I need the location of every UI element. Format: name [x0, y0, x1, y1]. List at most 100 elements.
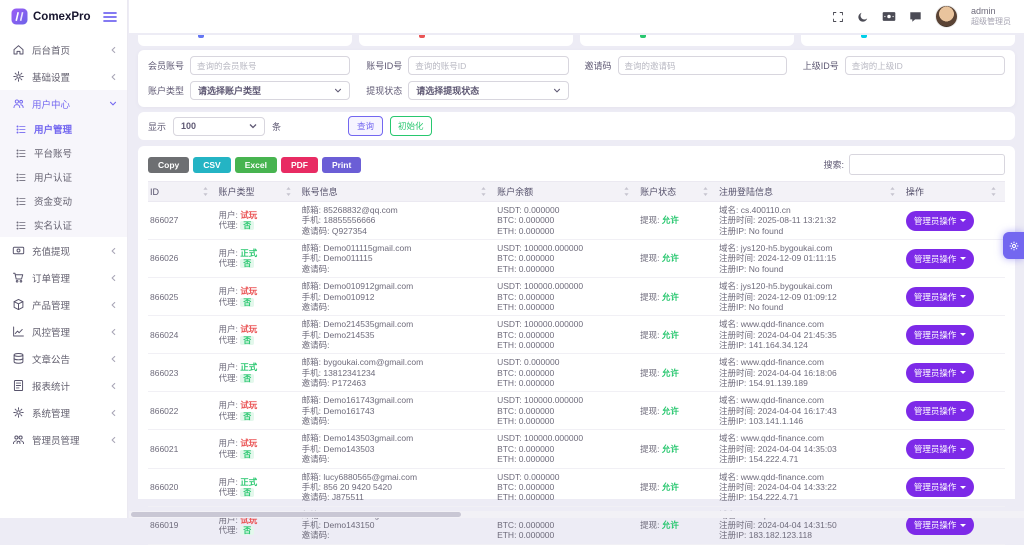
- sidebar-item-recharge-withdraw[interactable]: 充值提现: [0, 237, 127, 264]
- copy-export-button[interactable]: Copy: [148, 157, 189, 173]
- print-export-button[interactable]: Print: [322, 157, 361, 173]
- column-header-type[interactable]: 账户类型: [217, 185, 300, 198]
- admin-action-button[interactable]: 管理员操作: [906, 211, 975, 231]
- page-size-select[interactable]: 100: [173, 117, 265, 136]
- column-header-balance[interactable]: 账户余额: [495, 185, 638, 198]
- field-label: 注册IP:: [719, 378, 749, 388]
- sidebar-subitem-label: 用户管理: [34, 122, 72, 136]
- users-icon: [12, 97, 25, 110]
- field-label: USDT:: [497, 243, 524, 253]
- sidebar-item-platform-accounts[interactable]: 平台账号: [0, 141, 127, 165]
- sort-icon[interactable]: [623, 186, 630, 197]
- pdf-export-button[interactable]: PDF: [281, 157, 318, 173]
- admin-action-button[interactable]: 管理员操作: [906, 401, 975, 421]
- field-label: 用户:: [219, 362, 241, 372]
- sidebar-item-order-management[interactable]: 订单管理: [0, 264, 127, 291]
- admin-action-button[interactable]: 管理员操作: [906, 325, 975, 345]
- field-label: ETH:: [497, 378, 519, 388]
- table-panel: CopyCSVExcelPDFPrint 搜索: ID账户类型账号信息账户余额账…: [138, 146, 1015, 499]
- sort-icon[interactable]: [990, 186, 997, 197]
- admin-action-label: 管理员操作: [914, 405, 957, 417]
- column-header-info[interactable]: 账号信息: [300, 185, 495, 198]
- field-label: 注册IP:: [719, 530, 749, 540]
- sidebar-item-home[interactable]: 后台首页: [0, 36, 127, 63]
- table-search-input[interactable]: [849, 154, 1005, 175]
- sort-icon[interactable]: [702, 186, 709, 197]
- sidebar-toggle-icon[interactable]: [103, 11, 117, 23]
- admin-action-label: 管理员操作: [914, 215, 957, 227]
- cell-id: 866026: [148, 253, 217, 263]
- csv-export-button[interactable]: CSV: [193, 157, 230, 173]
- user-name: admin: [971, 6, 1011, 17]
- chevron-left-icon: [110, 301, 117, 309]
- column-header-id[interactable]: ID: [148, 186, 217, 197]
- sort-icon[interactable]: [480, 186, 487, 197]
- reset-button[interactable]: 初始化: [390, 116, 432, 136]
- sidebar-item-product-management[interactable]: 产品管理: [0, 291, 127, 318]
- user-avatar[interactable]: [935, 5, 958, 28]
- domain-value: www.qdd-finance.com: [741, 357, 824, 367]
- cell-id: 866019: [148, 520, 217, 530]
- admin-action-button[interactable]: 管理员操作: [906, 477, 975, 497]
- sort-icon[interactable]: [889, 186, 896, 197]
- filter-label: 提现状态: [366, 84, 402, 97]
- parent-id-input[interactable]: [845, 56, 1005, 75]
- list-icon: [16, 172, 27, 183]
- account-type-select[interactable]: 请选择账户类型: [190, 81, 350, 100]
- horizontal-scrollbar-thumb[interactable]: [131, 512, 461, 517]
- withdraw-status-select[interactable]: 请选择提现状态: [408, 81, 568, 100]
- sort-icon[interactable]: [285, 186, 292, 197]
- query-button[interactable]: 查询: [348, 116, 383, 136]
- fullscreen-icon[interactable]: [832, 11, 844, 23]
- sidebar-item-system-management[interactable]: 系统管理: [0, 399, 127, 426]
- phone-value: 18855556666: [323, 215, 375, 225]
- table-toolbar: CopyCSVExcelPDFPrint 搜索:: [148, 154, 1005, 175]
- admin-action-button[interactable]: 管理员操作: [906, 439, 975, 459]
- agent-flag: 否: [240, 526, 254, 535]
- admin-action-button[interactable]: 管理员操作: [906, 515, 975, 535]
- admin-action-button[interactable]: 管理员操作: [906, 287, 975, 307]
- column-header-reg[interactable]: 注册登陆信息: [717, 185, 904, 198]
- account-id-input[interactable]: [408, 56, 568, 75]
- sidebar-item-funds-changes[interactable]: 资金变动: [0, 189, 127, 213]
- register-time-value: 2024-12-09 01:09:12: [758, 292, 837, 302]
- customizer-fab[interactable]: [1003, 232, 1024, 259]
- cash-icon[interactable]: [882, 11, 896, 22]
- column-header-action[interactable]: 操作: [904, 185, 1005, 198]
- admin-action-button[interactable]: 管理员操作: [906, 363, 975, 383]
- field-label: 代理:: [219, 373, 241, 383]
- display-bar: 显示 100 条 查询 初始化: [138, 112, 1015, 140]
- cell-register-info: 域名: www.qdd-finance.com注册时间: 2024-04-04 …: [717, 319, 904, 350]
- sidebar-item-basic-settings[interactable]: 基础设置: [0, 63, 127, 90]
- list-icon: [16, 148, 27, 159]
- member-account-input[interactable]: [190, 56, 350, 75]
- register-ip-value: 154.222.4.71: [749, 492, 799, 502]
- admin-action-button[interactable]: 管理员操作: [906, 249, 975, 269]
- cell-account-status: 提现: 允许: [638, 215, 717, 225]
- sidebar: ComexPro 后台首页基础设置用户中心用户管理平台账号用户认证资金变动实名认…: [0, 0, 128, 518]
- field-label: 邀请码:: [302, 340, 330, 350]
- horizontal-scrollbar[interactable]: [129, 511, 1024, 518]
- user-type: 正式: [240, 477, 257, 487]
- sidebar-item-admin-management[interactable]: 管理员管理: [0, 426, 127, 453]
- invite-code-input[interactable]: [618, 56, 787, 75]
- register-time-value: 2024-04-04 16:17:43: [758, 406, 837, 416]
- column-header-status[interactable]: 账户状态: [638, 185, 717, 198]
- sidebar-item-real-name-auth[interactable]: 实名认证: [0, 213, 127, 237]
- user-type: 试玩: [240, 210, 257, 220]
- sort-icon[interactable]: [202, 186, 209, 197]
- sidebar-item-user-management[interactable]: 用户管理: [0, 117, 127, 141]
- user-type: 试玩: [240, 324, 257, 334]
- sidebar-item-report-statistics[interactable]: 报表统计: [0, 372, 127, 399]
- field-label: 提现:: [640, 406, 662, 416]
- sidebar-item-risk-management[interactable]: 风控管理: [0, 318, 127, 345]
- sidebar-item-user-center[interactable]: 用户中心: [0, 90, 127, 117]
- column-header-label: 注册登陆信息: [719, 185, 773, 198]
- sidebar-item-user-auth[interactable]: 用户认证: [0, 165, 127, 189]
- sidebar-item-article-announcement[interactable]: 文章公告: [0, 345, 127, 372]
- cell-balance: USDT: 0.000000BTC: 0.000000ETH: 0.000000: [495, 205, 638, 236]
- excel-export-button[interactable]: Excel: [235, 157, 277, 173]
- register-ip-value: 103.141.1.146: [749, 416, 803, 426]
- moon-icon[interactable]: [857, 11, 869, 23]
- chat-icon[interactable]: [909, 11, 922, 23]
